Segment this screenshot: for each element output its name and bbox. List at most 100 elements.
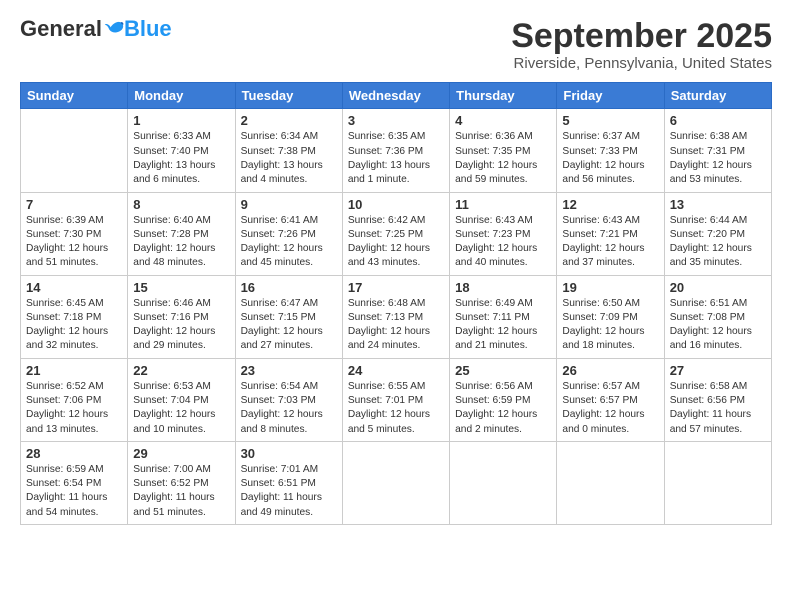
day-number: 6 [670,113,766,128]
days-header-row: SundayMondayTuesdayWednesdayThursdayFrid… [21,83,772,109]
cell-data: Sunrise: 6:33 AMSunset: 7:40 PMDaylight:… [133,130,229,187]
day-header-friday: Friday [557,83,664,109]
day-number: 18 [455,280,551,295]
day-number: 3 [348,113,444,128]
day-number: 12 [562,197,658,212]
header: General Blue September 2025 Riverside, P… [20,18,772,72]
cell-data: Sunrise: 6:56 AMSunset: 6:59 PMDaylight:… [455,380,551,437]
day-number: 15 [133,280,229,295]
calendar-cell [342,441,449,524]
day-header-wednesday: Wednesday [342,83,449,109]
day-number: 8 [133,197,229,212]
week-row-5: 28 Sunrise: 6:59 AMSunset: 6:54 PMDayligh… [21,441,772,524]
day-number: 13 [670,197,766,212]
day-number: 29 [133,446,229,461]
calendar-cell: 4 Sunrise: 6:36 AMSunset: 7:35 PMDaylight… [450,109,557,192]
calendar-cell: 19 Sunrise: 6:50 AMSunset: 7:09 PMDayligh… [557,275,664,358]
day-number: 14 [26,280,122,295]
day-number: 25 [455,363,551,378]
logo: General Blue [20,18,172,40]
day-number: 26 [562,363,658,378]
cell-data: Sunrise: 6:40 AMSunset: 7:28 PMDaylight:… [133,214,229,271]
calendar-cell: 23Sunrise: 6:54 AMSunset: 7:03 PMDayligh… [235,358,342,441]
cell-data: Sunrise: 6:59 AMSunset: 6:54 PMDaylight:… [26,463,122,520]
calendar-cell: 14Sunrise: 6:45 AMSunset: 7:18 PMDayligh… [21,275,128,358]
location: Riverside, Pennsylvania, United States [511,55,772,72]
day-number: 9 [241,197,337,212]
logo-bird-icon [104,20,124,38]
day-number: 1 [133,113,229,128]
logo-blue-text: Blue [124,18,172,40]
day-number: 19 [562,280,658,295]
cell-data: Sunrise: 6:47 AMSunset: 7:15 PMDaylight:… [241,297,337,354]
day-number: 30 [241,446,337,461]
page: General Blue September 2025 Riverside, P… [0,0,792,612]
day-header-saturday: Saturday [664,83,771,109]
day-header-sunday: Sunday [21,83,128,109]
day-number: 11 [455,197,551,212]
calendar-cell: 12 Sunrise: 6:43 AMSunset: 7:21 PMDayligh… [557,192,664,275]
day-number: 10 [348,197,444,212]
day-number: 7 [26,197,122,212]
cell-data: Sunrise: 6:36 AMSunset: 7:35 PMDaylight:… [455,130,551,187]
calendar-cell: 22 Sunrise: 6:53 AMSunset: 7:04 PMDayligh… [128,358,235,441]
cell-data: Sunrise: 7:01 AMSunset: 6:51 PMDaylight:… [241,463,337,520]
day-header-monday: Monday [128,83,235,109]
calendar-cell: 6 Sunrise: 6:38 AMSunset: 7:31 PMDaylight… [664,109,771,192]
cell-data: Sunrise: 6:58 AMSunset: 6:56 PMDaylight:… [670,380,766,437]
calendar-cell [664,441,771,524]
cell-data: Sunrise: 6:49 AMSunset: 7:11 PMDaylight:… [455,297,551,354]
cell-data: Sunrise: 6:42 AMSunset: 7:25 PMDaylight:… [348,214,444,271]
calendar-cell: 1 Sunrise: 6:33 AMSunset: 7:40 PMDaylight… [128,109,235,192]
calendar-cell: 7Sunrise: 6:39 AMSunset: 7:30 PMDaylight… [21,192,128,275]
day-number: 28 [26,446,122,461]
calendar-cell: 16Sunrise: 6:47 AMSunset: 7:15 PMDayligh… [235,275,342,358]
cell-data: Sunrise: 6:43 AMSunset: 7:21 PMDaylight:… [562,214,658,271]
cell-data: Sunrise: 6:53 AMSunset: 7:04 PMDaylight:… [133,380,229,437]
month-title: September 2025 [511,18,772,55]
calendar-cell: 29 Sunrise: 7:00 AMSunset: 6:52 PMDayligh… [128,441,235,524]
cell-data: Sunrise: 7:00 AMSunset: 6:52 PMDaylight:… [133,463,229,520]
calendar-cell: 28 Sunrise: 6:59 AMSunset: 6:54 PMDayligh… [21,441,128,524]
day-header-thursday: Thursday [450,83,557,109]
calendar-cell: 5Sunrise: 6:37 AMSunset: 7:33 PMDaylight… [557,109,664,192]
day-number: 2 [241,113,337,128]
cell-data: Sunrise: 6:34 AMSunset: 7:38 PMDaylight:… [241,130,337,187]
cell-data: Sunrise: 6:55 AMSunset: 7:01 PMDaylight:… [348,380,444,437]
calendar-cell: 25 Sunrise: 6:56 AMSunset: 6:59 PMDayligh… [450,358,557,441]
day-number: 21 [26,363,122,378]
calendar-cell: 8 Sunrise: 6:40 AMSunset: 7:28 PMDaylight… [128,192,235,275]
week-row-3: 14Sunrise: 6:45 AMSunset: 7:18 PMDayligh… [21,275,772,358]
calendar-cell: 15Sunrise: 6:46 AMSunset: 7:16 PMDayligh… [128,275,235,358]
calendar-cell: 18 Sunrise: 6:49 AMSunset: 7:11 PMDayligh… [450,275,557,358]
calendar-cell: 3 Sunrise: 6:35 AMSunset: 7:36 PMDaylight… [342,109,449,192]
calendar-cell: 24 Sunrise: 6:55 AMSunset: 7:01 PMDayligh… [342,358,449,441]
title-block: September 2025 Riverside, Pennsylvania, … [511,18,772,72]
day-number: 4 [455,113,551,128]
calendar-cell: 11Sunrise: 6:43 AMSunset: 7:23 PMDayligh… [450,192,557,275]
cell-data: Sunrise: 6:38 AMSunset: 7:31 PMDaylight:… [670,130,766,187]
calendar-cell [21,109,128,192]
calendar-cell [450,441,557,524]
day-number: 23 [241,363,337,378]
day-number: 22 [133,363,229,378]
calendar-cell: 2 Sunrise: 6:34 AMSunset: 7:38 PMDaylight… [235,109,342,192]
calendar-cell: 9 Sunrise: 6:41 AMSunset: 7:26 PMDaylight… [235,192,342,275]
cell-data: Sunrise: 6:35 AMSunset: 7:36 PMDaylight:… [348,130,444,187]
week-row-4: 21 Sunrise: 6:52 AMSunset: 7:06 PMDayligh… [21,358,772,441]
cell-data: Sunrise: 6:51 AMSunset: 7:08 PMDaylight:… [670,297,766,354]
calendar-table: SundayMondayTuesdayWednesdayThursdayFrid… [20,82,772,525]
calendar-cell: 26 Sunrise: 6:57 AMSunset: 6:57 PMDayligh… [557,358,664,441]
cell-data: Sunrise: 6:57 AMSunset: 6:57 PMDaylight:… [562,380,658,437]
calendar-cell: 13Sunrise: 6:44 AMSunset: 7:20 PMDayligh… [664,192,771,275]
logo-general-text: General [20,18,102,40]
cell-data: Sunrise: 6:37 AMSunset: 7:33 PMDaylight:… [562,130,658,187]
day-number: 27 [670,363,766,378]
calendar-cell: 17Sunrise: 6:48 AMSunset: 7:13 PMDayligh… [342,275,449,358]
cell-data: Sunrise: 6:41 AMSunset: 7:26 PMDaylight:… [241,214,337,271]
calendar-cell [557,441,664,524]
cell-data: Sunrise: 6:50 AMSunset: 7:09 PMDaylight:… [562,297,658,354]
day-number: 24 [348,363,444,378]
cell-data: Sunrise: 6:52 AMSunset: 7:06 PMDaylight:… [26,380,122,437]
calendar-cell: 27 Sunrise: 6:58 AMSunset: 6:56 PMDayligh… [664,358,771,441]
